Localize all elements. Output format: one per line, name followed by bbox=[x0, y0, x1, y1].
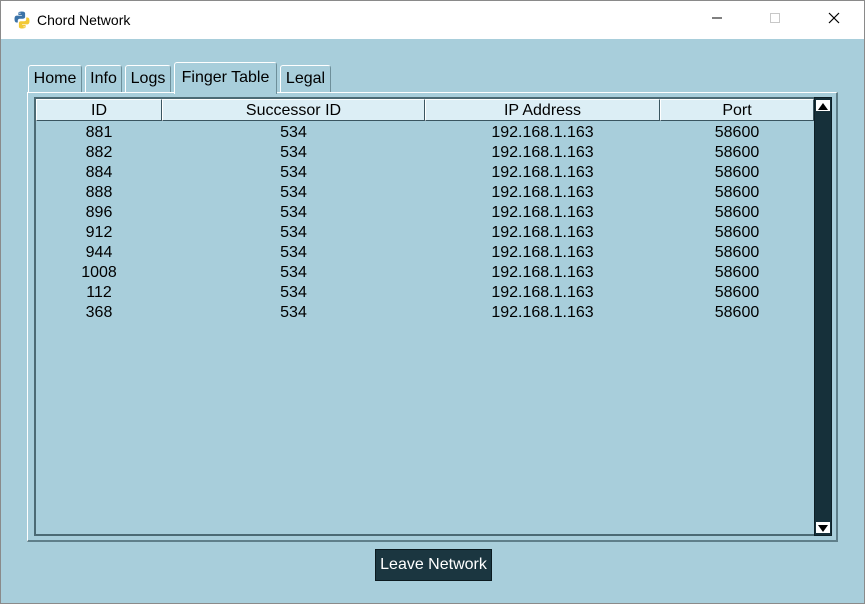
table-body: 881 534 192.168.1.163 58600 882 534 192.168.1.… bbox=[36, 123, 814, 323]
table-row[interactable]: 112 534 192.168.1.163 58600 bbox=[36, 283, 814, 303]
cell-port: 58600 bbox=[714, 304, 760, 321]
cell-successor-id: 534 bbox=[280, 144, 307, 161]
cell-successor-id: 534 bbox=[280, 164, 307, 181]
arrow-down-icon bbox=[818, 519, 828, 537]
cell-successor-id: 534 bbox=[280, 284, 307, 301]
arrow-up-icon bbox=[818, 97, 828, 115]
table-row[interactable]: 884 534 192.168.1.163 58600 bbox=[36, 163, 814, 183]
app-window: Chord Network Home Info Logs Finger Tabl… bbox=[0, 0, 865, 604]
cell-id: 368 bbox=[85, 304, 113, 321]
tab-legal[interactable]: Legal bbox=[280, 65, 331, 93]
maximize-button[interactable] bbox=[746, 1, 804, 39]
table-row[interactable]: 881 534 192.168.1.163 58600 bbox=[36, 123, 814, 143]
column-header-ip-address[interactable]: IP Address bbox=[425, 99, 660, 121]
python-icon bbox=[12, 10, 32, 30]
cell-id: 944 bbox=[85, 244, 113, 261]
window-title: Chord Network bbox=[37, 12, 131, 28]
column-header-successor-id[interactable]: Successor ID bbox=[162, 99, 425, 121]
cell-port: 58600 bbox=[714, 164, 760, 181]
cell-port: 58600 bbox=[714, 204, 760, 221]
cell-port: 58600 bbox=[714, 124, 760, 141]
leave-network-button[interactable]: Leave Network bbox=[375, 549, 492, 581]
cell-ip-address: 192.168.1.163 bbox=[491, 224, 594, 241]
cell-ip-address: 192.168.1.163 bbox=[491, 244, 594, 261]
table-row[interactable]: 896 534 192.168.1.163 58600 bbox=[36, 203, 814, 223]
cell-port: 58600 bbox=[714, 284, 760, 301]
cell-successor-id: 534 bbox=[280, 224, 307, 241]
column-header-id[interactable]: ID bbox=[36, 99, 162, 121]
cell-port: 58600 bbox=[714, 184, 760, 201]
table-row[interactable]: 882 534 192.168.1.163 58600 bbox=[36, 143, 814, 163]
tab-info[interactable]: Info bbox=[85, 65, 122, 93]
cell-ip-address: 192.168.1.163 bbox=[491, 144, 594, 161]
table-row[interactable]: 944 534 192.168.1.163 58600 bbox=[36, 243, 814, 263]
cell-port: 58600 bbox=[714, 244, 760, 261]
cell-port: 58600 bbox=[714, 264, 760, 281]
table-row[interactable]: 1008 534 192.168.1.163 58600 bbox=[36, 263, 814, 283]
cell-successor-id: 534 bbox=[280, 184, 307, 201]
cell-id: 881 bbox=[85, 124, 113, 141]
minimize-button[interactable] bbox=[688, 1, 746, 39]
cell-id: 896 bbox=[85, 204, 113, 221]
maximize-icon bbox=[769, 11, 781, 29]
cell-id: 884 bbox=[85, 164, 113, 181]
cell-id: 112 bbox=[86, 284, 112, 301]
close-button[interactable] bbox=[805, 1, 863, 39]
cell-id: 888 bbox=[85, 184, 113, 201]
tab-finger-table[interactable]: Finger Table bbox=[174, 62, 277, 94]
cell-successor-id: 534 bbox=[280, 124, 307, 141]
scroll-down-button[interactable] bbox=[816, 522, 830, 533]
cell-ip-address: 192.168.1.163 bbox=[491, 164, 594, 181]
cell-ip-address: 192.168.1.163 bbox=[491, 124, 594, 141]
cell-ip-address: 192.168.1.163 bbox=[491, 204, 594, 221]
close-icon bbox=[828, 11, 840, 29]
column-header-port[interactable]: Port bbox=[660, 99, 814, 121]
scroll-up-button[interactable] bbox=[816, 100, 830, 111]
cell-successor-id: 534 bbox=[280, 264, 307, 281]
table-row[interactable]: 368 534 192.168.1.163 58600 bbox=[36, 303, 814, 323]
table-header: ID Successor ID IP Address Port bbox=[36, 99, 814, 121]
cell-successor-id: 534 bbox=[280, 304, 307, 321]
tab-home[interactable]: Home bbox=[28, 65, 82, 93]
title-bar: Chord Network bbox=[1, 1, 864, 39]
cell-successor-id: 534 bbox=[280, 204, 307, 221]
cell-id: 912 bbox=[85, 224, 113, 241]
cell-id: 882 bbox=[85, 144, 113, 161]
vertical-scrollbar[interactable] bbox=[814, 97, 832, 536]
table-row[interactable]: 912 534 192.168.1.163 58600 bbox=[36, 223, 814, 243]
minimize-icon bbox=[711, 11, 723, 29]
cell-ip-address: 192.168.1.163 bbox=[491, 264, 594, 281]
finger-table[interactable]: ID Successor ID IP Address Port 881 534 19… bbox=[34, 97, 814, 536]
cell-successor-id: 534 bbox=[280, 244, 307, 261]
table-row[interactable]: 888 534 192.168.1.163 58600 bbox=[36, 183, 814, 203]
cell-ip-address: 192.168.1.163 bbox=[491, 184, 594, 201]
cell-port: 58600 bbox=[714, 144, 760, 161]
cell-ip-address: 192.168.1.163 bbox=[491, 304, 594, 321]
tab-logs[interactable]: Logs bbox=[125, 65, 171, 93]
cell-id: 1008 bbox=[81, 264, 117, 281]
cell-ip-address: 192.168.1.163 bbox=[491, 284, 594, 301]
cell-port: 58600 bbox=[714, 224, 760, 241]
